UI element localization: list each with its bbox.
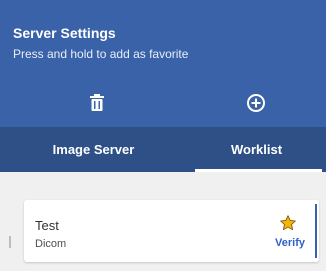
tab-image-server[interactable]: Image Server xyxy=(0,127,187,172)
server-list-item[interactable]: Test Dicom Verify xyxy=(24,200,319,262)
tab-worklist[interactable]: Worklist xyxy=(187,127,326,172)
card-accent-bar xyxy=(315,204,317,258)
verify-button[interactable]: Verify xyxy=(275,236,305,250)
add-server-button[interactable] xyxy=(241,88,271,118)
active-tab-indicator xyxy=(195,169,322,172)
left-edge-divider xyxy=(9,236,11,248)
trash-icon xyxy=(90,94,104,111)
header-bar: Server Settings Press and hold to add as… xyxy=(0,0,326,127)
server-type: Dicom xyxy=(35,238,67,250)
delete-button[interactable] xyxy=(82,88,112,118)
star-icon[interactable] xyxy=(279,214,297,232)
server-name: Test xyxy=(35,218,59,233)
tab-bar: Image Server Worklist xyxy=(0,127,326,172)
server-settings-screen: Server Settings Press and hold to add as… xyxy=(0,0,326,271)
add-circle-icon xyxy=(247,94,265,112)
page-subtitle: Press and hold to add as favorite xyxy=(13,47,189,61)
page-title: Server Settings xyxy=(13,25,116,41)
